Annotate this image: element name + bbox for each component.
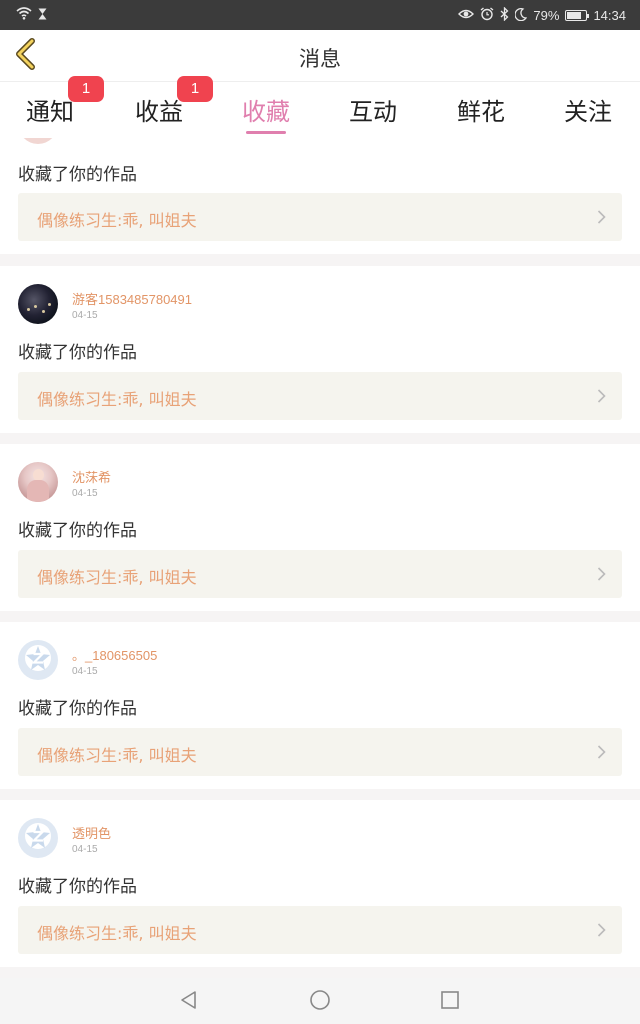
list-item[interactable]: 游客1583485780491 04-15 收藏了你的作品 偶像练习生:乖, 叫…	[0, 266, 640, 433]
timestamp: 04-15	[72, 666, 98, 677]
battery-icon	[565, 10, 590, 21]
back-triangle-icon	[179, 990, 199, 1014]
user-name[interactable]: 透明色	[72, 823, 111, 842]
tab-label: 鲜花	[457, 98, 505, 126]
badge: 1	[68, 76, 104, 102]
bluetooth-icon	[500, 6, 509, 24]
tab-label: 关注	[564, 98, 612, 126]
moon-icon	[514, 7, 528, 24]
battery-percent: 79%	[533, 7, 560, 23]
timestamp: 04-15	[72, 310, 98, 321]
tab-label: 通知	[26, 98, 74, 126]
wifi-icon	[16, 7, 32, 23]
work-title: 偶像练习生:乖, 叫姐夫	[37, 924, 197, 943]
alarm-icon	[480, 7, 494, 24]
avatar[interactable]	[18, 818, 58, 858]
eye-icon	[458, 8, 475, 23]
message-text: 收藏了你的作品	[18, 521, 137, 541]
tab-notice[interactable]: 通知 1	[0, 76, 104, 127]
avatar[interactable]	[18, 284, 58, 324]
chevron-right-icon	[597, 744, 606, 764]
chevron-right-icon	[597, 209, 606, 229]
message-text: 收藏了你的作品	[18, 699, 137, 719]
avatar	[18, 138, 58, 144]
user-name[interactable]: 沈莯希	[72, 467, 111, 486]
user-name[interactable]: 游客1583485780491	[72, 289, 192, 308]
app-header: 消息	[0, 30, 640, 82]
nav-home-button[interactable]	[308, 990, 332, 1014]
work-link[interactable]: 偶像练习生:乖, 叫姐夫	[18, 372, 622, 420]
tab-label: 收益	[135, 98, 183, 126]
list-item[interactable]: 收藏了你的作品 偶像练习生:乖, 叫姐夫	[0, 138, 640, 254]
tab-earnings[interactable]: 收益 1	[109, 76, 213, 127]
work-link[interactable]: 偶像练习生:乖, 叫姐夫	[18, 728, 622, 776]
tab-label: 收藏	[242, 98, 290, 126]
list-item[interactable]: 。_180656505 04-15 收藏了你的作品 偶像练习生:乖, 叫姐夫	[0, 622, 640, 789]
tab-bar: 通知 1 收益 1 收藏 互动 鲜花 关注	[0, 76, 640, 138]
work-link[interactable]: 偶像练习生:乖, 叫姐夫	[18, 550, 622, 598]
list-item[interactable]: 沈莯希 04-15 收藏了你的作品 偶像练习生:乖, 叫姐夫	[0, 444, 640, 611]
status-right: 79% 14:34	[458, 6, 626, 24]
nav-recents-button[interactable]	[438, 990, 462, 1014]
tab-interactions[interactable]: 互动	[323, 92, 423, 127]
chevron-right-icon	[597, 388, 606, 408]
tab-label: 互动	[349, 98, 397, 126]
message-text: 收藏了你的作品	[18, 165, 137, 185]
message-list: 收藏了你的作品 偶像练习生:乖, 叫姐夫 游客1583485780491 04-…	[0, 138, 640, 978]
status-bar: 79% 14:34	[0, 0, 640, 30]
work-title: 偶像练习生:乖, 叫姐夫	[37, 211, 197, 230]
default-avatar-z-icon	[23, 821, 53, 855]
recents-square-icon	[440, 990, 460, 1014]
work-title: 偶像练习生:乖, 叫姐夫	[37, 746, 197, 765]
work-link[interactable]: 偶像练习生:乖, 叫姐夫	[18, 906, 622, 954]
tab-active-indicator	[246, 131, 286, 134]
message-text: 收藏了你的作品	[18, 343, 137, 363]
default-avatar-z-icon	[23, 643, 53, 677]
clock: 14:34	[593, 7, 626, 23]
status-left	[16, 7, 47, 23]
avatar[interactable]	[18, 462, 58, 502]
avatar[interactable]	[18, 640, 58, 680]
tab-follows[interactable]: 关注	[538, 92, 638, 127]
page-title: 消息	[299, 47, 341, 71]
system-nav-bar	[0, 978, 640, 1024]
badge: 1	[177, 76, 213, 102]
work-title: 偶像练习生:乖, 叫姐夫	[37, 568, 197, 587]
battery-fill	[567, 12, 582, 19]
chevron-right-icon	[597, 566, 606, 586]
nav-back-button[interactable]	[177, 990, 201, 1014]
timestamp: 04-15	[72, 488, 98, 499]
tab-flowers[interactable]: 鲜花	[431, 92, 531, 127]
message-text: 收藏了你的作品	[18, 877, 137, 897]
timestamp: 04-15	[72, 844, 98, 855]
home-circle-icon	[309, 989, 331, 1015]
user-name[interactable]: 。_180656505	[72, 645, 157, 664]
tab-favorites[interactable]: 收藏	[216, 92, 316, 134]
work-title: 偶像练习生:乖, 叫姐夫	[37, 390, 197, 409]
work-link[interactable]: 偶像练习生:乖, 叫姐夫	[18, 193, 622, 241]
chevron-right-icon	[597, 922, 606, 942]
list-item[interactable]: 透明色 04-15 收藏了你的作品 偶像练习生:乖, 叫姐夫	[0, 800, 640, 967]
hourglass-icon	[38, 8, 47, 23]
